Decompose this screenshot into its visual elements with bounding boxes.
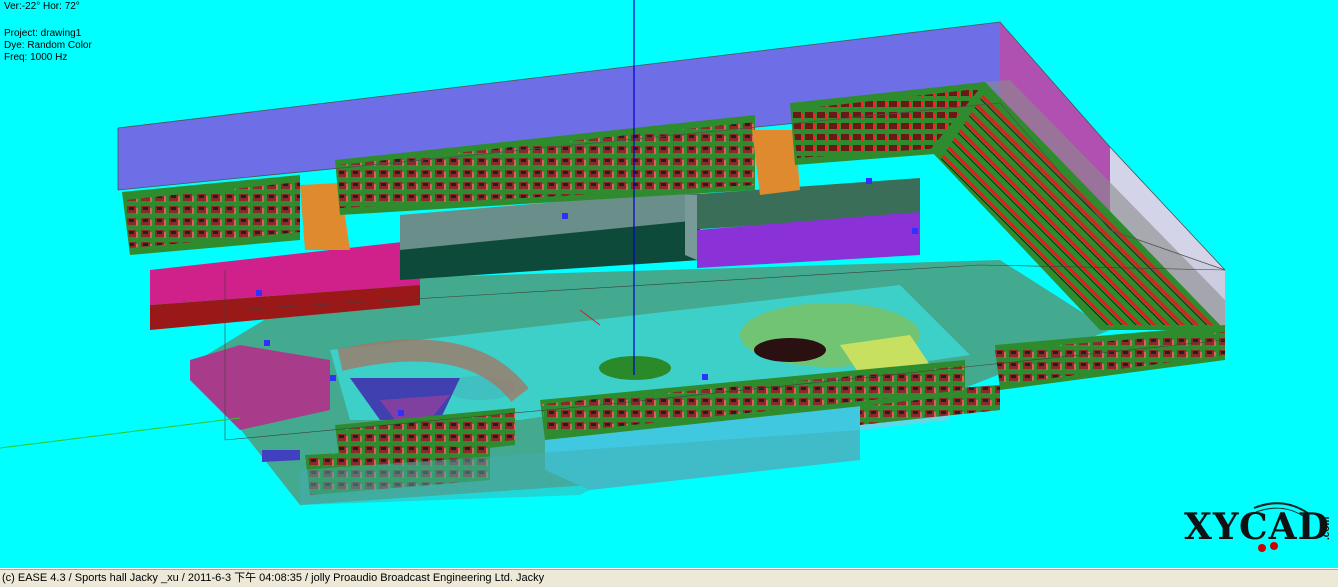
speaker-marker (330, 375, 336, 381)
court-circle-center (599, 356, 671, 380)
logo-text: XYCAD (1184, 506, 1330, 548)
3d-viewport[interactable]: Ver:-22° Hor: 72° Project: drawing1 Dye:… (0, 0, 1338, 568)
axis-green (0, 417, 241, 449)
frequency-readout: Freq: 1000 Hz (4, 52, 68, 63)
logo-suffix: .com (1321, 516, 1332, 540)
speaker-marker (562, 213, 568, 219)
dye-readout: Dye: Random Color (4, 40, 92, 51)
status-bar: (c) EASE 4.3 / Sports hall Jacky _xu / 2… (0, 568, 1338, 587)
speaker-marker (264, 340, 270, 346)
project-name-readout: Project: drawing1 (4, 28, 82, 39)
back-right-block-grey (685, 195, 697, 260)
stand-back-connector (752, 130, 800, 195)
sports-hall-3d-model (0, 0, 1226, 505)
status-bar-text: (c) EASE 4.3 / Sports hall Jacky _xu / 2… (2, 572, 545, 584)
court-hole (754, 338, 826, 362)
xycad-logo: XYCAD .com (1184, 500, 1334, 560)
speaker-marker (398, 410, 404, 416)
speaker-marker (702, 374, 708, 380)
speaker-marker (912, 228, 918, 234)
left-bottom-blue (262, 450, 300, 462)
speaker-marker (866, 178, 872, 184)
view-angle-readout: Ver:-22° Hor: 72° (4, 1, 80, 12)
speaker-marker (256, 290, 262, 296)
